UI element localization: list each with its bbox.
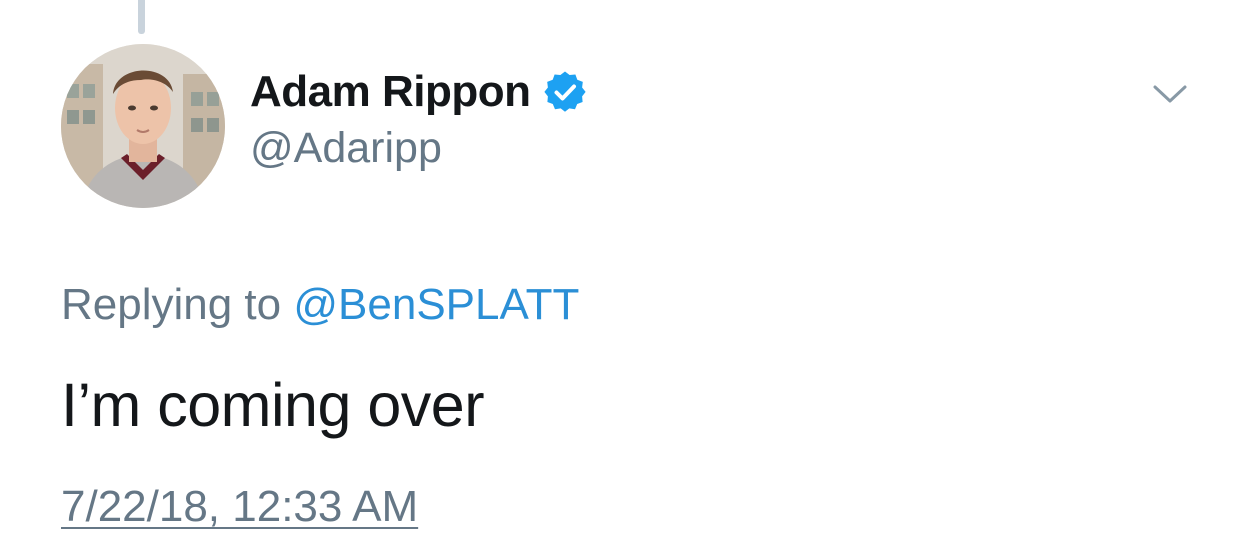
avatar-image	[61, 44, 225, 208]
replying-to-label: Replying to	[61, 280, 282, 329]
chevron-down-icon[interactable]	[1151, 80, 1189, 108]
author-name-row: Adam Rippon	[250, 66, 587, 118]
replying-to-line: Replying to @BenSPLATT	[61, 280, 579, 330]
thread-connector-line	[138, 0, 145, 34]
avatar[interactable]	[61, 44, 225, 208]
verified-badge-icon	[544, 71, 587, 112]
replying-to-mention-link[interactable]: @BenSPLATT	[293, 280, 579, 329]
author-display-name[interactable]: Adam Rippon	[250, 67, 531, 117]
author-handle[interactable]: @Adaripp	[250, 124, 442, 173]
tweet-timestamp[interactable]: 7/22/18, 12:33 AM	[61, 482, 418, 532]
tweet-text: I’m coming over	[61, 371, 485, 439]
